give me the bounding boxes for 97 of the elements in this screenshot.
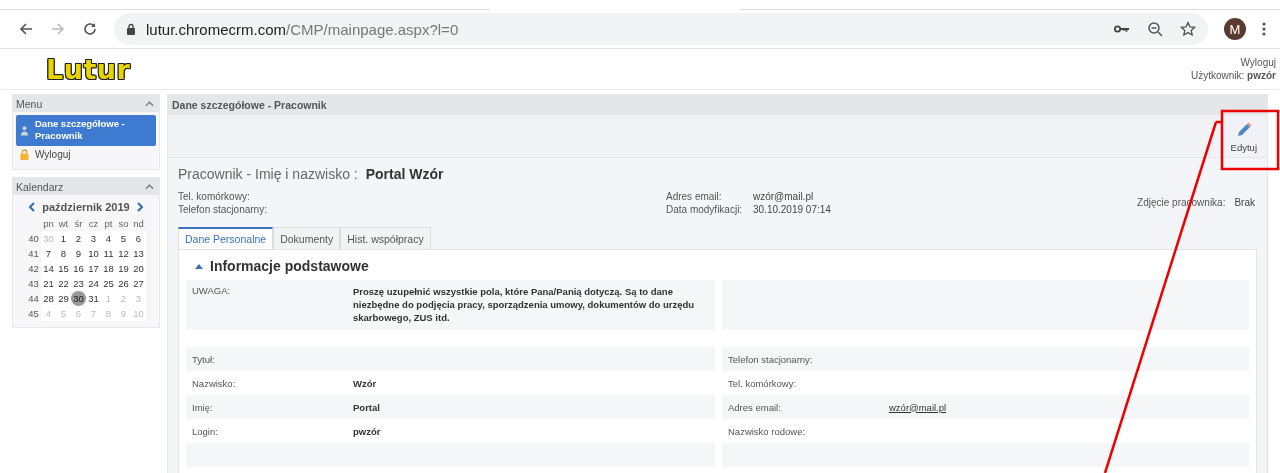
reload-icon[interactable] [82,21,98,37]
calendar-day[interactable]: 25 [101,276,116,291]
back-icon[interactable] [18,21,34,37]
panel-header[interactable]: Kalendarz [13,178,159,195]
field-value: Portal [353,401,380,413]
calendar-day[interactable]: 16 [71,261,86,276]
week-number: 45 [27,307,40,321]
calendar-day[interactable]: 1 [56,231,71,246]
field-label: Nazwisko rodowe: [728,425,807,437]
tab[interactable]: Hist. współpracy [340,227,431,249]
weekday-label: so [117,217,130,231]
page-header: Dane szczegółowe - Pracownik [168,95,1267,115]
calendar-day[interactable]: 11 [101,246,116,261]
calendar-day[interactable]: 26 [116,276,131,291]
lock-icon [126,23,136,35]
calendar-day[interactable]: 13 [131,246,146,261]
field-value: pwzór [353,425,381,437]
calendar-day[interactable]: 28 [41,291,56,306]
calendar-day[interactable]: 24 [86,276,101,291]
calendar-day[interactable]: 5 [116,231,131,246]
field-label: UWAGA: [192,285,232,298]
calendar-day[interactable]: 17 [86,261,101,276]
info-label: Telefon stacjonarny: [178,203,268,216]
star-icon[interactable] [1180,21,1196,37]
notice-text: Proszę uzupełnić wszystkie pola, które Pana/Panią dotyczą. Są to dane niezbędne do podjęcia pracy, sporządzenia umowy, dokumentów do urzędu skarbowego, ZUS itd. [353,285,696,325]
field-label: Nazwisko: [192,377,237,389]
person-icon [20,124,29,136]
calendar-day[interactable]: 14 [41,261,56,276]
calendar-day[interactable]: 8 [56,246,71,261]
week-number: 44 [27,292,40,306]
calendar-day[interactable]: 10 [86,246,101,261]
info-label: Data modyfikacji: [666,203,744,216]
field-label: Adres email: [728,401,782,413]
tab[interactable]: Dane Personalne [178,227,274,249]
week-number: 42 [27,262,40,276]
calendar-day[interactable]: 19 [116,261,131,276]
field-label: Imię: [192,401,214,413]
employee-name-label: Pracownik - Imię i nazwisko : [178,166,358,182]
week-number: 40 [27,232,40,246]
panel-header[interactable]: Menu [13,95,159,112]
calendar-day[interactable]: 9 [71,246,86,261]
info-value: wzór@mail.pl [753,190,814,203]
field-label: Telefon stacjonarny: [728,353,814,365]
email-link[interactable]: wzór@mail.pl [889,401,947,413]
padlock-icon [20,149,29,160]
weekday-label: pn [42,217,55,231]
calendar-day[interactable]: 23 [71,276,86,291]
chevron-icon[interactable] [145,100,154,107]
user-info: Użytkownik: pwzór [1191,69,1276,82]
info-value: Brak [1234,196,1255,210]
calendar-day[interactable]: 20 [131,261,146,276]
weekday-label: śr [73,217,84,231]
calendar-day[interactable]: 6 [131,231,146,246]
weekday-label: nd [132,217,145,231]
address-bar[interactable]: lutur.chromecrm.com/CMP/mainpage.aspx?l=0 [114,13,1208,45]
field-label: Tel. komórkowy: [728,377,798,389]
weekday-label: wt [57,217,70,231]
calendar-day[interactable]: 31 [86,291,101,306]
menu-item[interactable]: Wyloguj [16,146,156,163]
field-value: Wzór [353,377,377,389]
field-label: Login: [192,425,219,437]
edit-button[interactable]: Edytuj [1220,119,1267,153]
menu-icon[interactable] [1262,21,1266,37]
chevron-icon[interactable] [145,183,154,190]
collapse-icon[interactable] [195,263,203,269]
tab[interactable]: Dokumenty [273,227,341,249]
calendar-day[interactable]: 18 [101,261,116,276]
info-label: Tel. komórkowy: [178,190,251,203]
info-label: Adres email: [666,190,723,203]
calendar-day[interactable]: 4 [101,231,116,246]
calendar-day[interactable]: 29 [56,291,71,306]
field-label: Tytuł: [192,353,216,365]
week-number: 41 [27,247,40,261]
calendar-day[interactable]: 21 [41,276,56,291]
calendar-day[interactable]: 7 [41,246,56,261]
calendar-day[interactable]: 3 [86,231,101,246]
profile-avatar[interactable]: M [1224,18,1246,40]
month-title: październik 2019 [42,201,130,213]
calendar-day[interactable]: 15 [56,261,71,276]
next-month-icon[interactable] [136,202,143,212]
calendar-day[interactable]: 12 [116,246,131,261]
employee-name: Portal Wzór [365,166,444,182]
menu-item[interactable]: Dane szczegółowe - Pracownik [16,115,156,146]
calendar-day[interactable]: 2 [71,231,86,246]
section-title: Informacje podstawowe [210,258,369,274]
zoom-out-icon[interactable] [1147,21,1163,37]
pencil-icon [1235,121,1252,138]
calendar-day[interactable]: 27 [131,276,146,291]
week-number: 43 [27,277,40,291]
previous-month-icon[interactable] [29,202,36,212]
weekday-label: cz [87,217,100,231]
calendar-day[interactable]: 22 [56,276,71,291]
logout-link[interactable]: Wyloguj [1240,56,1276,69]
weekday-label: pt [103,217,114,231]
highlight-frame [1220,109,1280,171]
info-value: 30.10.2019 07:14 [753,203,831,216]
calendar-day[interactable]: 30 [71,291,86,306]
